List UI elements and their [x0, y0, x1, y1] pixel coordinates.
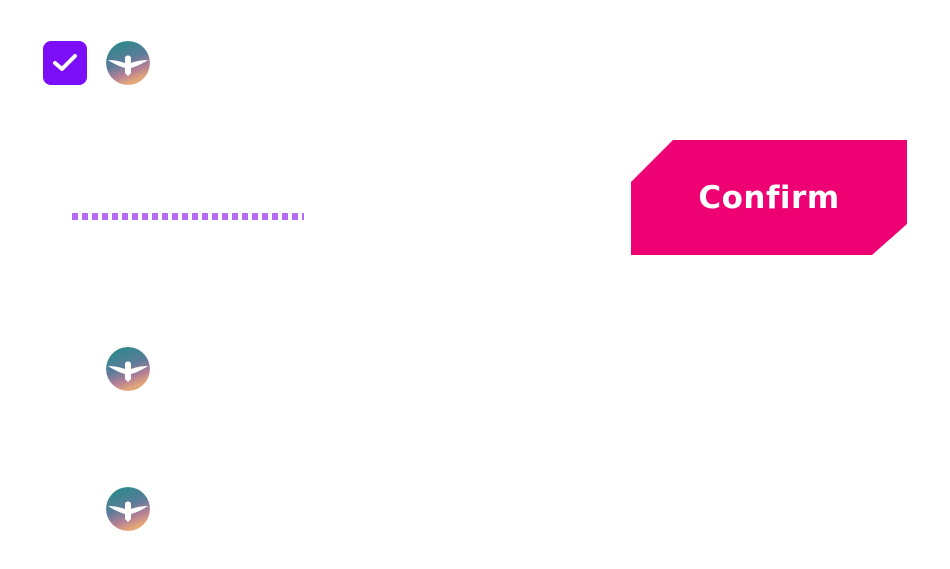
avatar	[106, 41, 150, 85]
bird-icon	[106, 487, 150, 531]
avatar	[106, 487, 150, 531]
confirm-button[interactable]: Confirm	[631, 140, 907, 255]
dotted-divider	[72, 213, 304, 220]
avatar	[106, 347, 150, 391]
bird-icon	[106, 347, 150, 391]
checkmark-icon	[53, 54, 77, 71]
confirm-button-shadow	[0, 0, 950, 569]
checkbox-checked[interactable]	[43, 41, 87, 85]
bird-icon	[106, 41, 150, 85]
